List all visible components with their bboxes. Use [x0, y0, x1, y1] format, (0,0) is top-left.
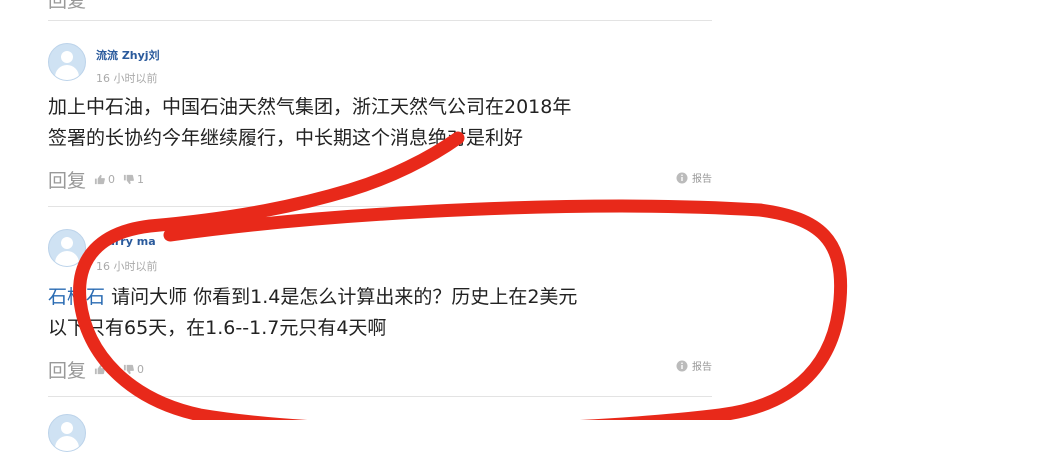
- avatar[interactable]: [48, 229, 86, 267]
- comment-text: 加上中石油，中国石油天然气集团，浙江天然气公司在2018年 签署的长协约今年继续…: [48, 92, 712, 154]
- comment-text-line: 请问大师 你看到1.4是怎么计算出来的？历史上在2美元: [111, 286, 578, 308]
- divider: [48, 206, 712, 207]
- like-button[interactable]: 0: [94, 173, 115, 186]
- comment-text-line: 以下只有65天，在1.6--1.7元只有4天啊: [48, 317, 387, 339]
- mention-link[interactable]: 石杨石: [48, 286, 105, 308]
- like-count: 0: [108, 363, 116, 376]
- comment-actions: 回复 0 1: [48, 166, 144, 193]
- divider: [48, 20, 712, 21]
- report-button[interactable]: 报告: [676, 358, 712, 373]
- reply-button[interactable]: 回复: [48, 356, 86, 383]
- dislike-button[interactable]: 0: [123, 363, 144, 376]
- info-icon: [676, 360, 688, 371]
- comment-list: 回复 流流 Zhyj刘 16 小时以前 加上中石油，中国石油天然气集团，浙江天然…: [48, 0, 712, 452]
- like-count: 0: [108, 173, 116, 186]
- avatar[interactable]: [48, 43, 86, 81]
- comment-username[interactable]: marry ma: [96, 235, 156, 248]
- reply-button[interactable]: 回复: [48, 166, 86, 193]
- report-label: 报告: [692, 174, 712, 185]
- comment-text-line: 签署的长协约今年继续履行，中长期这个消息绝对是利好: [48, 127, 524, 149]
- dislike-button[interactable]: 1: [123, 173, 144, 186]
- divider: [48, 396, 712, 397]
- dislike-count: 1: [137, 173, 145, 186]
- comment-username[interactable]: 流流 Zhyj刘: [96, 47, 160, 63]
- comment-timestamp: 16 小时以前: [96, 260, 158, 273]
- comment-timestamp: 16 小时以前: [96, 72, 158, 85]
- comment-text-line: 加上中石油，中国石油天然气集团，浙江天然气公司在2018年: [48, 96, 572, 118]
- report-button[interactable]: 报告: [676, 170, 712, 185]
- reply-button[interactable]: 回复: [48, 0, 86, 13]
- comment-actions: 回复 0 0: [48, 356, 144, 383]
- info-icon: [676, 172, 688, 183]
- thumbs-up-icon: [94, 174, 105, 185]
- report-label: 报告: [692, 362, 712, 373]
- comment-text: 石杨石 请问大师 你看到1.4是怎么计算出来的？历史上在2美元 以下只有65天，…: [48, 282, 712, 344]
- thumbs-up-icon: [94, 364, 105, 375]
- thumbs-down-icon: [123, 364, 134, 375]
- dislike-count: 0: [137, 363, 145, 376]
- like-button[interactable]: 0: [94, 363, 115, 376]
- thumbs-down-icon: [123, 174, 134, 185]
